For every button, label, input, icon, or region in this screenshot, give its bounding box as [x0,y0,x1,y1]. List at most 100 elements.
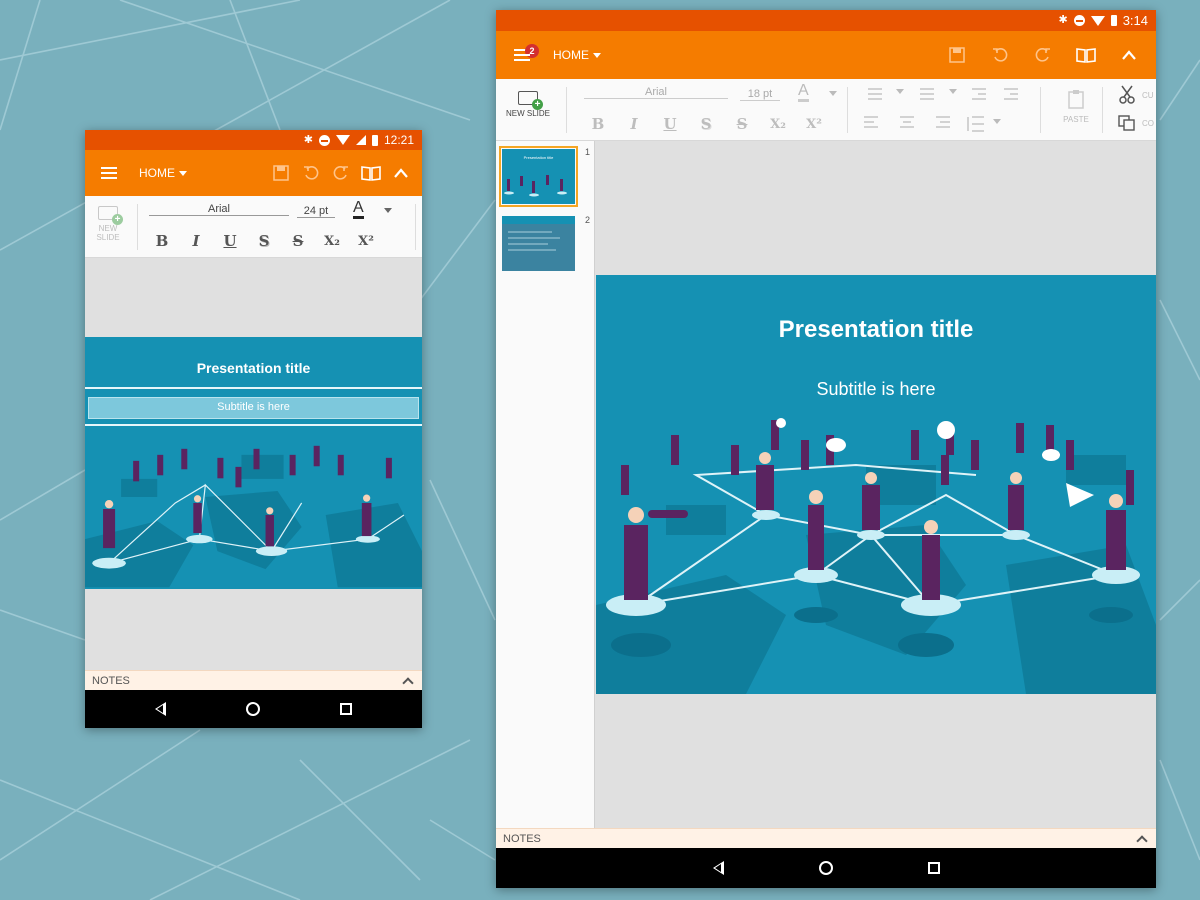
new-slide-label: NEW SLIDE [505,109,550,118]
battery-icon [1110,15,1117,26]
save-icon[interactable] [942,40,972,70]
tablet-screen: ✱ 3:14 2 HOME + NEW SLIDE Arial 18 pt A … [496,10,1156,888]
new-slide-button[interactable]: + NEW SLIDE [93,206,123,242]
bluetooth-icon: ✱ [1058,14,1068,26]
copy-icon [1118,115,1135,131]
strikethrough-button[interactable]: S [724,115,760,133]
slide-subtitle[interactable]: Subtitle is here [596,379,1156,400]
menu-icon[interactable]: 2 [514,44,539,61]
notes-label: NOTES [503,832,541,845]
selection-guide-bottom [85,424,422,426]
new-slide-label: NEW SLIDE [96,224,120,242]
font-color-button[interactable]: A [798,83,809,102]
wifi-icon [1090,15,1105,26]
menu-icon[interactable] [101,167,117,179]
italic-button[interactable]: I [616,115,652,133]
undo-icon[interactable] [985,40,1015,70]
app-bar: 2 HOME [496,31,1156,79]
people-network-illustration [596,418,1156,694]
recents-icon[interactable] [340,703,352,715]
slide-title[interactable]: Presentation title [596,316,1156,344]
collapse-toolbar-icon[interactable] [1114,40,1144,70]
new-slide-button[interactable]: + NEW SLIDE [504,91,552,118]
cut-button[interactable]: CU [1118,85,1154,105]
font-size-field[interactable]: 18 pt [740,88,780,101]
new-slide-icon: + [518,91,543,110]
notes-bar[interactable]: NOTES [85,670,422,690]
home-tab-menu[interactable]: HOME [139,166,187,180]
signal-icon [355,135,366,145]
home-icon[interactable] [818,861,833,875]
app-bar: HOME [85,150,422,196]
numbering-dropdown-icon[interactable] [949,89,957,94]
navigation-bar [496,848,1156,888]
shadow-button[interactable]: S [247,232,281,250]
font-color-button[interactable]: A [353,200,364,219]
font-color-dropdown-icon[interactable] [829,91,837,96]
slide[interactable]: Presentation title Subtitle is here [85,337,422,589]
font-color-dropdown-icon[interactable] [384,208,392,213]
superscript-button[interactable]: X² [349,234,383,249]
bold-button[interactable]: B [145,232,179,250]
notification-badge: 2 [525,44,539,58]
back-icon[interactable] [712,861,724,875]
subtitle-textbox[interactable]: Subtitle is here [88,397,419,419]
line-spacing-dropdown-icon[interactable] [993,119,1001,124]
formatting-toolbar: + NEW SLIDE Arial 18 pt A B I U S S X₂ X… [496,79,1156,141]
slide-subtitle[interactable]: Subtitle is here [89,401,418,413]
expand-notes-icon[interactable] [402,676,414,689]
subscript-button[interactable]: X₂ [760,117,796,132]
paste-button[interactable]: PASTE [1056,89,1096,124]
caret-down-icon [179,170,187,176]
font-name-field[interactable]: Arial [584,86,728,99]
underline-button[interactable]: U [213,232,247,250]
italic-button[interactable]: I [179,232,213,250]
font-size-field[interactable]: 24 pt [297,205,335,218]
paste-icon [1068,90,1084,109]
save-icon[interactable] [266,158,296,188]
slide-canvas[interactable]: Presentation title Subtitle is here [85,258,422,670]
copy-button[interactable]: CO [1118,115,1154,131]
status-bar: ✱ 12:21 [85,130,422,150]
notes-bar[interactable]: NOTES [496,828,1156,848]
home-tab-menu[interactable]: HOME [553,48,601,62]
people-network-illustration [85,445,422,588]
collapse-toolbar-icon[interactable] [386,158,416,188]
back-icon[interactable] [155,702,166,716]
subscript-button[interactable]: X₂ [315,234,349,249]
do-not-disturb-icon [1073,15,1085,26]
bluetooth-icon: ✱ [303,133,313,146]
do-not-disturb-icon [318,134,330,146]
slide-title[interactable]: Presentation title [85,360,422,376]
read-mode-icon[interactable] [1071,40,1101,70]
home-menu-label: HOME [139,166,175,180]
underline-button[interactable]: U [652,115,688,133]
shadow-button[interactable]: S [688,115,724,133]
paste-label: PASTE [1063,115,1089,124]
bullets-dropdown-icon[interactable] [896,89,904,94]
font-name-field[interactable]: Arial [149,203,289,216]
cut-label: CU [1142,90,1154,100]
redo-icon[interactable] [1028,40,1058,70]
superscript-button[interactable]: X² [796,117,832,132]
strikethrough-button[interactable]: S [281,232,315,250]
slide-canvas[interactable]: Presentation title Subtitle is here [596,141,1156,828]
redo-icon[interactable] [326,158,356,188]
expand-notes-icon[interactable] [1136,834,1148,847]
status-time: 3:14 [1122,13,1148,28]
caret-down-icon [593,52,601,58]
thumbnail-title: Presentation title [523,155,554,160]
copy-label: CO [1142,118,1154,128]
phone-screen: ✱ 12:21 HOME + NEW SLIDE Arial 24 pt A B… [85,130,422,728]
status-time: 12:21 [383,133,414,147]
home-icon[interactable] [246,702,260,716]
selection-guide-top [85,387,422,389]
recents-icon[interactable] [927,862,940,874]
read-mode-icon[interactable] [356,158,386,188]
slide-thumbnail-2[interactable] [502,216,575,271]
slide[interactable]: Presentation title Subtitle is here [596,275,1156,694]
bold-button[interactable]: B [580,115,616,133]
slide-thumbnail-1[interactable]: Presentation title [499,146,578,207]
undo-icon[interactable] [296,158,326,188]
slide-number-1: 1 [585,147,591,157]
